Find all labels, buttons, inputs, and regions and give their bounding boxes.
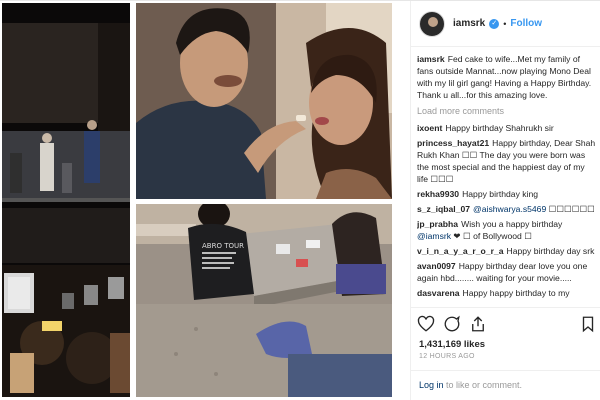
comment-text: Happy happy birthday to my <box>462 288 570 298</box>
comment-username[interactable]: dasvarena <box>417 288 460 298</box>
comment-item: v_i_n_a_y_a_r_o_r_a Happy birthday day sr… <box>417 245 597 257</box>
comment-username[interactable]: v_i_n_a_y_a_r_o_r_a <box>417 246 504 256</box>
card-game-photo: ABRO TOUR <box>136 204 392 397</box>
comment-mention[interactable]: @aishwarya.s5469 <box>473 204 546 214</box>
post-timestamp[interactable]: 12 HOURS AGO <box>419 353 475 360</box>
comment-username[interactable]: avan0097 <box>417 261 456 271</box>
comment-item: avan0097 Happy birthday dear love you one… <box>417 260 597 284</box>
post-sidebar: iamsrk ✓ • Follow iamsrk Fed cake to wife… <box>410 1 600 400</box>
comment-icon[interactable] <box>443 315 461 333</box>
caption-username[interactable]: iamsrk <box>417 54 445 64</box>
separator-dot: • <box>503 18 507 29</box>
post-header: iamsrk ✓ • Follow <box>411 1 600 47</box>
caption: iamsrk Fed cake to wife...Met my family o… <box>417 53 597 101</box>
comment-item: dasvarena Happy happy birthday to my <box>417 287 597 299</box>
comment-text: Wish you a happy birthday <box>461 219 563 229</box>
post-media[interactable]: ABRO TOUR <box>0 1 410 400</box>
comment-mention[interactable]: @iamsrk <box>417 231 451 241</box>
comment-item: s_z_iqbal_07 @aishwarya.s5469 ☐☐☐☐☐☐ <box>417 203 597 215</box>
cake-photo <box>136 3 392 199</box>
comment-text: Happy birthday king <box>462 189 539 199</box>
comment-username[interactable]: rekha9930 <box>417 189 459 199</box>
heart-icon[interactable] <box>417 315 435 333</box>
comment-username[interactable]: jp_prabha <box>417 219 458 229</box>
action-bar <box>411 307 600 341</box>
comment-text: ❤ ☐ of Bollywood ☐ <box>451 231 532 241</box>
comment-username[interactable]: s_z_iqbal_07 <box>417 204 470 214</box>
comment-item: ixoent Happy birthday Shahrukh sir <box>417 122 597 134</box>
comment-username[interactable]: princess_hayat21 <box>417 138 489 148</box>
verified-badge-icon: ✓ <box>489 18 500 29</box>
comment-username[interactable]: ixoent <box>417 123 442 133</box>
follow-button[interactable]: Follow <box>510 18 542 29</box>
comment-item: jp_prabha Wish you a happy birthday @iams… <box>417 218 597 242</box>
login-link[interactable]: Log in <box>419 380 444 390</box>
login-prompt: Log in to like or comment. <box>411 370 600 400</box>
avatar[interactable] <box>419 10 445 37</box>
comment-item: princess_hayat21 Happy birthday, Dear Sha… <box>417 137 597 185</box>
likes-count[interactable]: 1,431,169 likes <box>419 339 485 350</box>
comments-list: iamsrk Fed cake to wife...Met my family o… <box>417 53 597 306</box>
comment-text: Happy birthday day srk <box>506 246 595 256</box>
post-frame: ABRO TOUR iamsrk ✓ • Follow iamsrk Fed c… <box>0 0 600 400</box>
tshirt-text: ABRO TOUR <box>202 242 244 250</box>
load-more-comments-button[interactable]: Load more comments <box>417 105 597 117</box>
comment-text: Happy birthday Shahrukh sir <box>445 123 554 133</box>
crowd-photo <box>2 3 130 397</box>
share-icon[interactable] <box>469 315 487 333</box>
username[interactable]: iamsrk <box>453 18 485 29</box>
comment-item: rekha9930 Happy birthday king <box>417 188 597 200</box>
login-prompt-text: to like or comment. <box>443 380 523 390</box>
comment-text: ☐☐☐☐☐☐ <box>546 204 595 214</box>
bookmark-icon[interactable] <box>579 315 597 333</box>
